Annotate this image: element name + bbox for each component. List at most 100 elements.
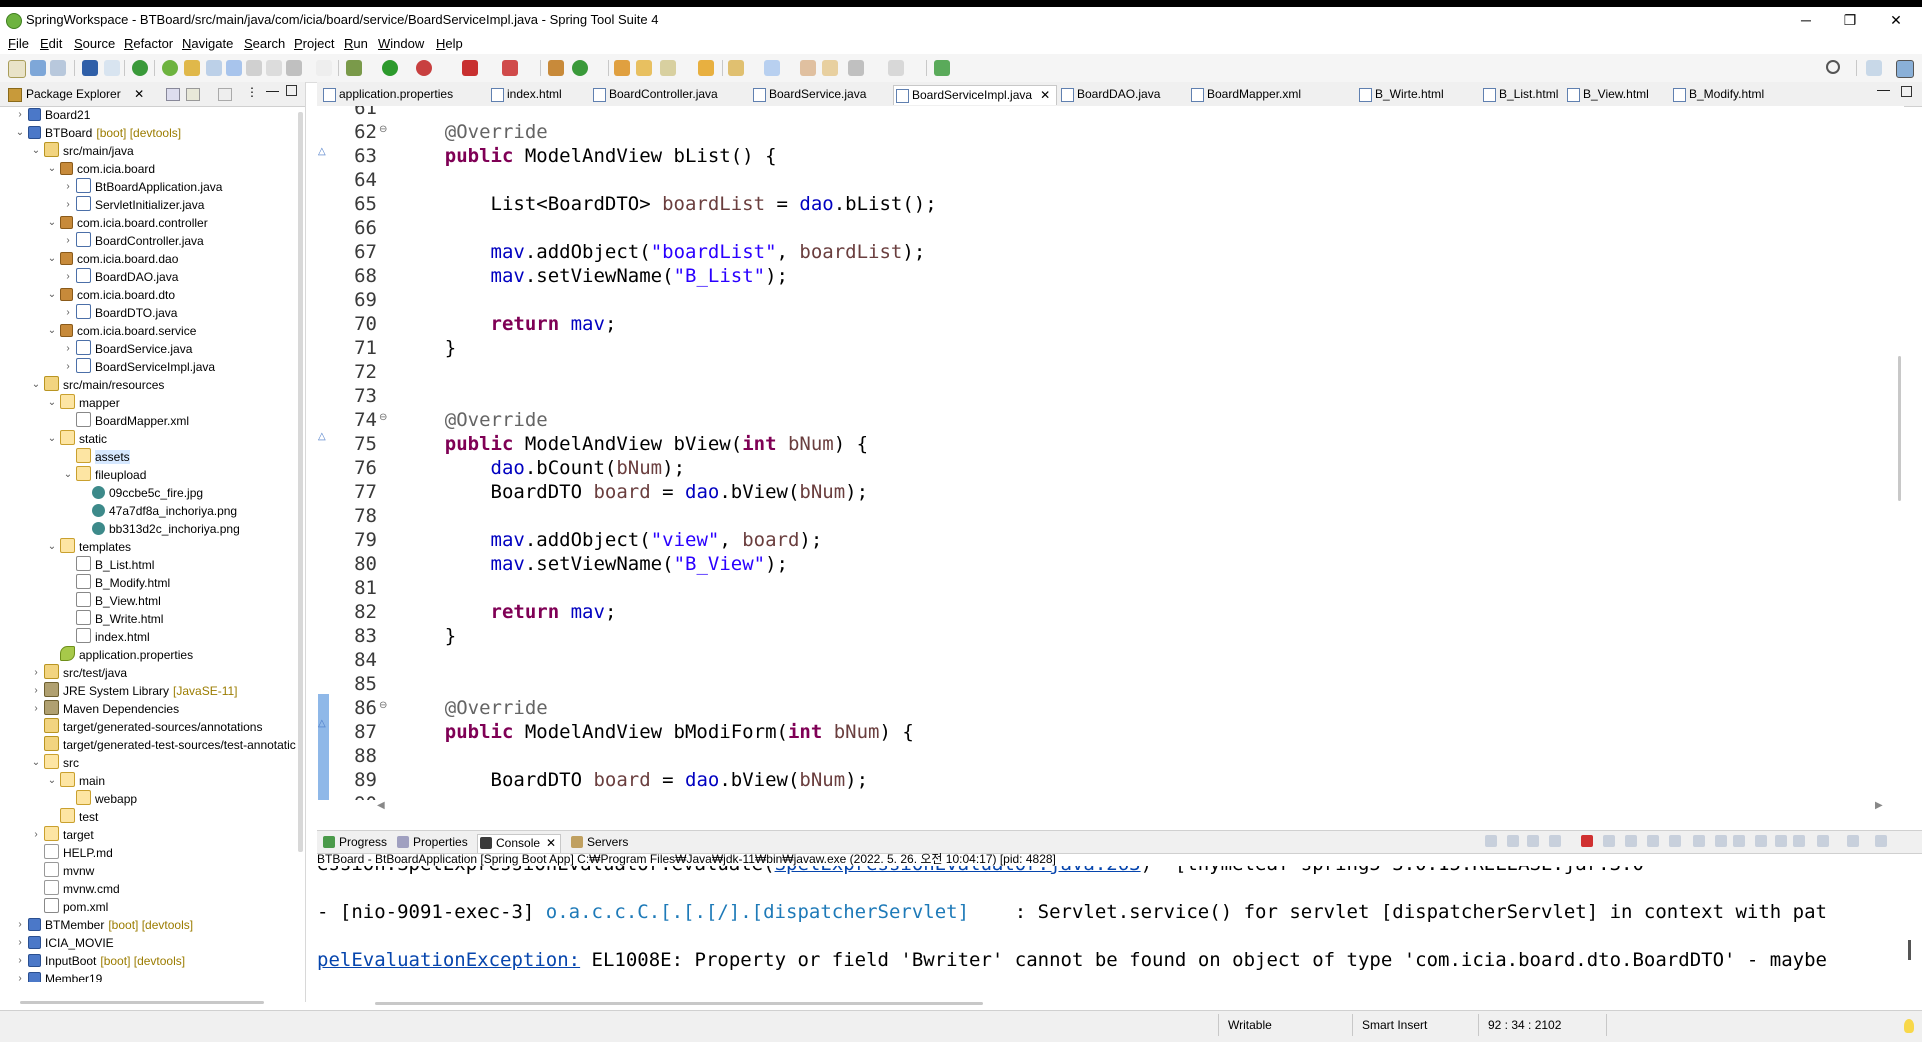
tree-item[interactable]: › BoardDTO.java (66, 304, 177, 322)
boot-dashboard-icon[interactable] (132, 60, 148, 76)
terminate-icon[interactable] (1581, 835, 1593, 847)
expanded-chevron-icon[interactable]: ⌄ (46, 394, 58, 412)
tree-item[interactable]: › BoardController.java (66, 232, 204, 250)
new-icon[interactable] (8, 60, 26, 78)
tree-item[interactable]: › BTMember [boot] [devtools] (18, 916, 193, 934)
expanded-chevron-icon[interactable]: ⌄ (46, 322, 58, 340)
spring-icon[interactable] (162, 60, 178, 76)
menu-search[interactable]: Search (244, 36, 285, 51)
tree-item[interactable]: 47a7df8a_inchoriya.png (92, 502, 237, 520)
skip-breakpoints-icon[interactable] (104, 60, 120, 76)
code-line[interactable]: BoardDTO board = dao.bView(bNum); (399, 768, 869, 792)
expanded-chevron-icon[interactable]: ⌄ (46, 160, 58, 178)
collapsed-chevron-icon[interactable]: › (62, 232, 74, 250)
tree-item[interactable]: index.html (76, 628, 150, 646)
expanded-chevron-icon[interactable]: ⌄ (30, 376, 42, 394)
code-line[interactable]: public ModelAndView bList() { (399, 144, 777, 168)
menu-edit[interactable]: Edit (40, 36, 62, 51)
editor-horizontal-scrollbar[interactable]: ◀ ▶ (375, 800, 1885, 814)
scroll-lock-icon[interactable] (1625, 835, 1637, 847)
new-package-icon[interactable] (548, 60, 564, 76)
menu-help[interactable]: Help (436, 36, 463, 51)
open-task-icon[interactable] (636, 60, 652, 76)
tab-progress[interactable]: Progress (321, 834, 387, 852)
collapsed-chevron-icon[interactable]: › (62, 196, 74, 214)
tree-item[interactable]: ⌄ com.icia.board (48, 160, 155, 178)
menu-window[interactable]: Window (378, 36, 424, 51)
menu-file[interactable]: File (8, 36, 29, 51)
editor-tab[interactable]: BoardMapper.xml (1189, 85, 1301, 104)
maximize-view-icon[interactable] (1875, 835, 1887, 847)
code-line[interactable]: @Override (399, 696, 548, 720)
tree-item[interactable]: bb313d2c_inchoriya.png (92, 520, 240, 538)
tree-item[interactable]: › BoardService.java (66, 340, 192, 358)
code-line[interactable]: return mav; (399, 312, 617, 336)
code-line[interactable]: mav.setViewName("B_List"); (399, 264, 788, 288)
code-line[interactable]: BoardDTO board = dao.bView(bNum); (399, 480, 869, 504)
toggle-icon[interactable] (1817, 835, 1829, 847)
relaunch-icon[interactable] (502, 60, 518, 76)
collapsed-chevron-icon[interactable]: › (14, 952, 26, 970)
run-external-icon[interactable] (416, 60, 432, 76)
tree-item[interactable]: ⌄ com.icia.board.service (48, 322, 196, 340)
editor-tab[interactable]: B_View.html (1565, 85, 1649, 104)
expanded-chevron-icon[interactable]: ⌄ (62, 466, 74, 484)
code-line[interactable]: public ModelAndView bModiForm(int bNum) … (399, 720, 914, 744)
editor-tab[interactable]: BoardController.java (591, 85, 718, 104)
console-menu-icon[interactable] (1793, 835, 1805, 847)
maximize-button[interactable]: ❐ (1830, 9, 1870, 31)
tree-item[interactable]: ⌄ com.icia.board.dto (48, 286, 175, 304)
collapsed-chevron-icon[interactable]: › (14, 934, 26, 952)
save-icon[interactable] (30, 60, 46, 76)
prev-annotation-icon[interactable] (764, 60, 780, 76)
tree-item[interactable]: HELP.md (44, 844, 113, 862)
whitespace-icon[interactable] (266, 60, 282, 76)
tree-item[interactable]: application.properties (60, 646, 193, 664)
tree-item[interactable]: ⌄ src/main/resources (32, 376, 164, 394)
code-line[interactable]: } (399, 624, 456, 648)
maximize-view-icon[interactable] (286, 85, 297, 96)
tree-item[interactable]: B_Write.html (76, 610, 163, 628)
fold-toggle-icon[interactable]: ⊖ (379, 700, 387, 711)
tab-properties[interactable]: Properties (395, 834, 468, 852)
view-menu-icon[interactable]: ⋮ (246, 85, 258, 99)
tree-vertical-scrollbar[interactable] (298, 112, 303, 852)
tree-item[interactable]: 09ccbe5c_fire.jpg (92, 484, 203, 502)
package-explorer-tab[interactable]: Package Explorer ✕ (6, 85, 144, 105)
tree-item[interactable]: ⌄ mapper (48, 394, 120, 412)
tree-item[interactable]: ⌄ com.icia.board.dao (48, 250, 178, 268)
close-icon[interactable]: ✕ (134, 87, 144, 101)
menu-refactor[interactable]: Refactor (124, 36, 173, 51)
menu-source[interactable]: Source (74, 36, 115, 51)
tree-item[interactable]: › target (34, 826, 94, 844)
editor-tab[interactable]: B_Wirte.html (1357, 85, 1444, 104)
close-window-button[interactable]: ✕ (1876, 9, 1916, 31)
new-class-icon[interactable] (572, 60, 588, 76)
open-perspective-icon[interactable] (1866, 60, 1882, 76)
minimize-editor-icon[interactable]: — (1877, 82, 1890, 97)
tree-item[interactable]: target/generated-sources/annotations (44, 718, 262, 736)
search-toolbar-icon[interactable] (660, 60, 676, 76)
forward-icon[interactable] (888, 60, 904, 76)
tree-item[interactable]: ⌄ src (32, 754, 79, 772)
tab-console[interactable]: Console ✕ (477, 834, 562, 853)
editor-tab[interactable]: application.properties (321, 85, 453, 104)
tree-item[interactable]: › src/test/java (34, 664, 127, 682)
tree-item[interactable]: assets (76, 448, 130, 466)
search-icon[interactable] (1826, 60, 1840, 74)
save-all-icon[interactable] (50, 60, 66, 76)
console-scrollbar-thumb[interactable] (1908, 940, 1911, 960)
tree-item[interactable]: webapp (76, 790, 137, 808)
new-console-icon[interactable] (1775, 835, 1787, 847)
code-editor[interactable]: △ △ △ 61 62 ⊖ @Override 63 public ModelAndV… (317, 106, 1897, 800)
code-line[interactable]: @Override (399, 408, 548, 432)
code-line[interactable]: mav.setViewName("B_View"); (399, 552, 788, 576)
code-line[interactable]: mav.addObject("boardList", boardList); (399, 240, 926, 264)
console-horizontal-scrollbar[interactable] (375, 1002, 983, 1005)
tree-item[interactable]: ⌄ com.icia.board.controller (48, 214, 208, 232)
tree-item[interactable]: › BtBoardApplication.java (66, 178, 222, 196)
collapse-all-icon[interactable] (166, 88, 180, 101)
tree-item[interactable]: › InputBoot [boot] [devtools] (18, 952, 185, 970)
last-edit-icon[interactable] (800, 60, 816, 76)
editor-tab[interactable]: BoardDAO.java (1059, 85, 1160, 104)
